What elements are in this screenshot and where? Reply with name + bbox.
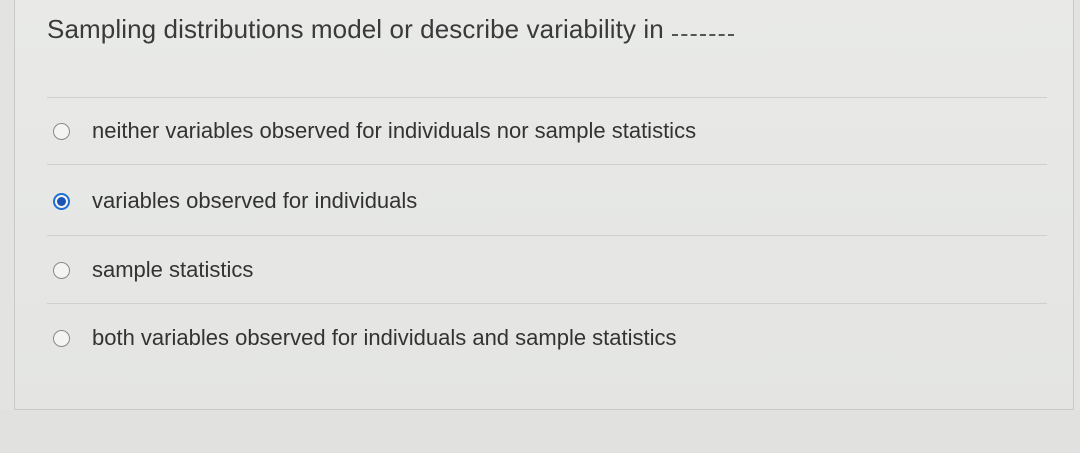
radio-icon[interactable]: [53, 261, 70, 279]
option-variables-observed[interactable]: variables observed for individuals: [53, 188, 417, 214]
option-both[interactable]: both variables observed for individuals …: [53, 325, 677, 351]
answer-blank: [671, 34, 734, 36]
option-sample-statistics[interactable]: sample statistics: [53, 257, 253, 283]
divider: [47, 97, 1047, 98]
divider: [47, 164, 1047, 165]
radio-selected-icon[interactable]: [53, 192, 70, 210]
option-label: sample statistics: [92, 257, 254, 282]
divider: [47, 303, 1047, 304]
question-prompt: Sampling distributions model or describe…: [47, 14, 734, 45]
option-label: variables observed for individuals: [92, 188, 418, 213]
radio-icon[interactable]: [53, 329, 70, 347]
divider: [47, 235, 1047, 236]
question-text: Sampling distributions model or describe…: [47, 14, 664, 44]
option-neither[interactable]: neither variables observed for individua…: [53, 118, 696, 144]
question-panel: Sampling distributions model or describe…: [14, 0, 1074, 410]
radio-icon[interactable]: [53, 122, 70, 140]
option-label: both variables observed for individuals …: [92, 325, 677, 350]
option-label: neither variables observed for individua…: [92, 118, 697, 143]
background-area: [0, 410, 1080, 453]
